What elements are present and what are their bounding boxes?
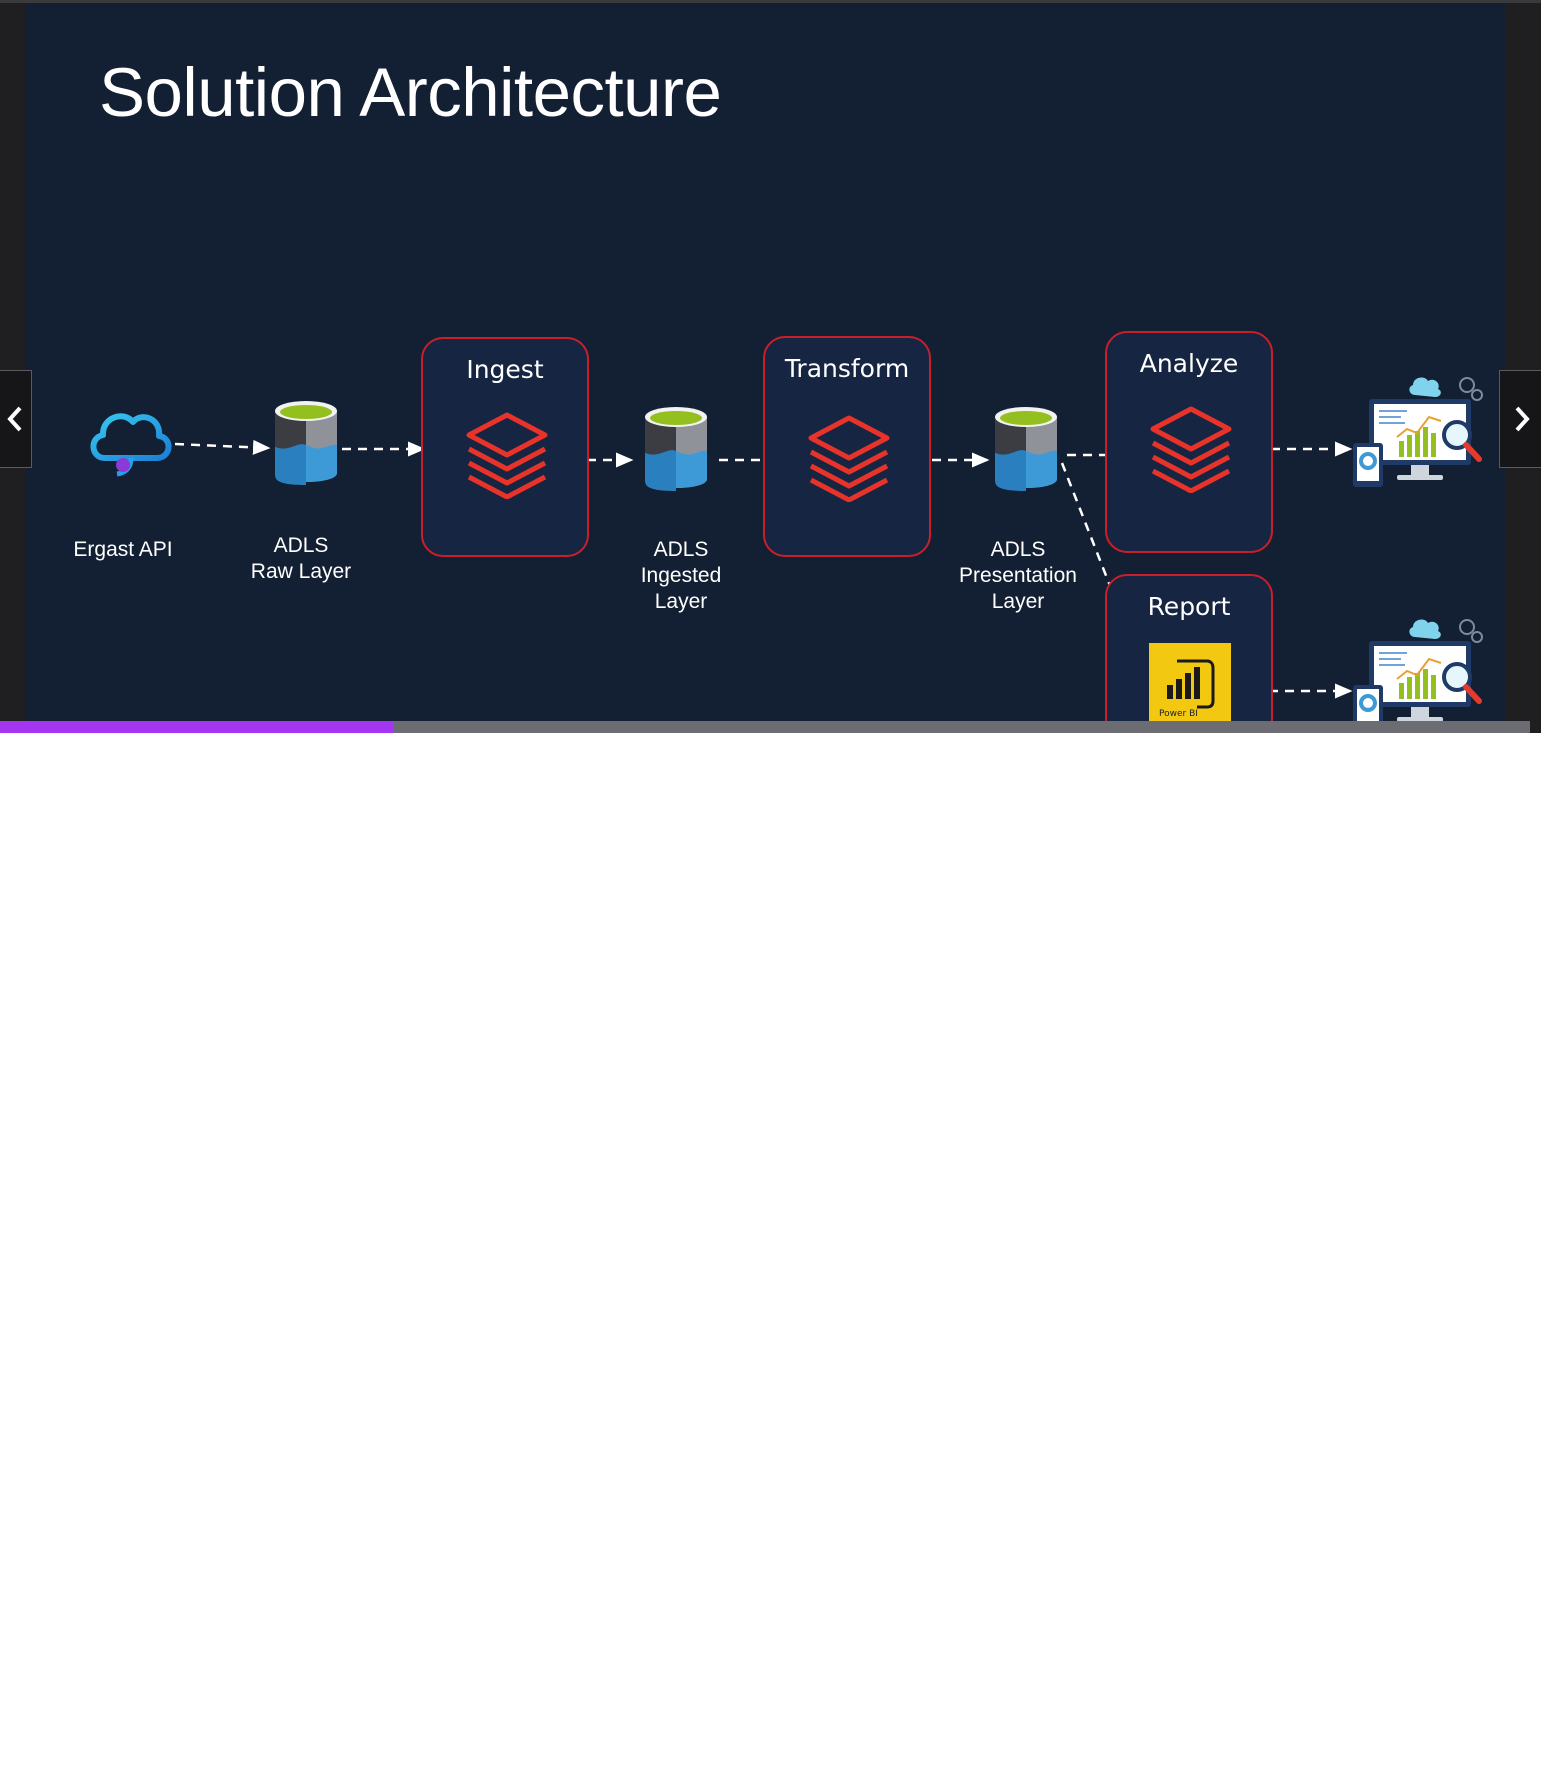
cloud-api-icon [90,413,172,477]
adls-presentation-line2: Presentation [959,564,1077,587]
data-lake-storage-icon [995,407,1057,491]
connector-api-to-raw [174,439,271,455]
power-bi-icon: Power BI [1149,643,1231,721]
stage-ingest: Ingest [421,337,589,557]
adls-ingested-line1: ADLS [653,538,709,561]
video-progress-fill [0,721,394,733]
stage-transform-label: Transform [784,354,910,383]
adls-ingested-line2: Ingested [640,564,722,587]
adls-raw-label: ADLS Raw Layer [251,533,351,585]
stage-analyze-label: Analyze [1139,349,1239,378]
data-lake-storage-icon [275,401,337,485]
databricks-layers-icon [1150,406,1232,493]
adls-ingested-label: ADLS Ingested Layer [641,537,722,615]
slide: Solution Architecture Ergast API ADLS Ra… [25,3,1505,721]
chevron-left-icon [6,406,21,432]
adls-raw-line2: Raw Layer [250,560,352,583]
analytics-dashboard-icon [1353,377,1483,487]
databricks-layers-icon [808,415,890,502]
power-bi-text: Power BI [1159,709,1198,719]
video-progress-bar[interactable] [0,721,1530,733]
stage-ingest-label: Ingest [466,355,544,384]
adls-presentation-label: ADLS Presentation Layer [959,537,1077,615]
slide-viewer: Solution Architecture Ergast API ADLS Ra… [0,0,1541,733]
ergast-api-label: Ergast API [73,537,172,563]
stage-report-label: Report [1147,592,1231,621]
databricks-layers-icon [466,412,548,499]
adls-raw-line1: ADLS [273,534,329,557]
stage-analyze: Analyze [1105,331,1273,553]
adls-presentation-line1: ADLS [990,538,1046,561]
stage-transform: Transform [763,336,931,557]
adls-presentation-line3: Layer [991,590,1045,613]
adls-ingested-line3: Layer [654,590,708,613]
next-slide-button[interactable] [1499,370,1541,468]
ergast-api-text: Ergast API [73,538,173,561]
blank-page-area [0,733,1541,1790]
analytics-dashboard-icon [1353,619,1483,721]
data-lake-storage-icon [645,407,707,491]
chevron-right-icon [1515,406,1530,432]
previous-slide-button[interactable] [0,370,32,468]
